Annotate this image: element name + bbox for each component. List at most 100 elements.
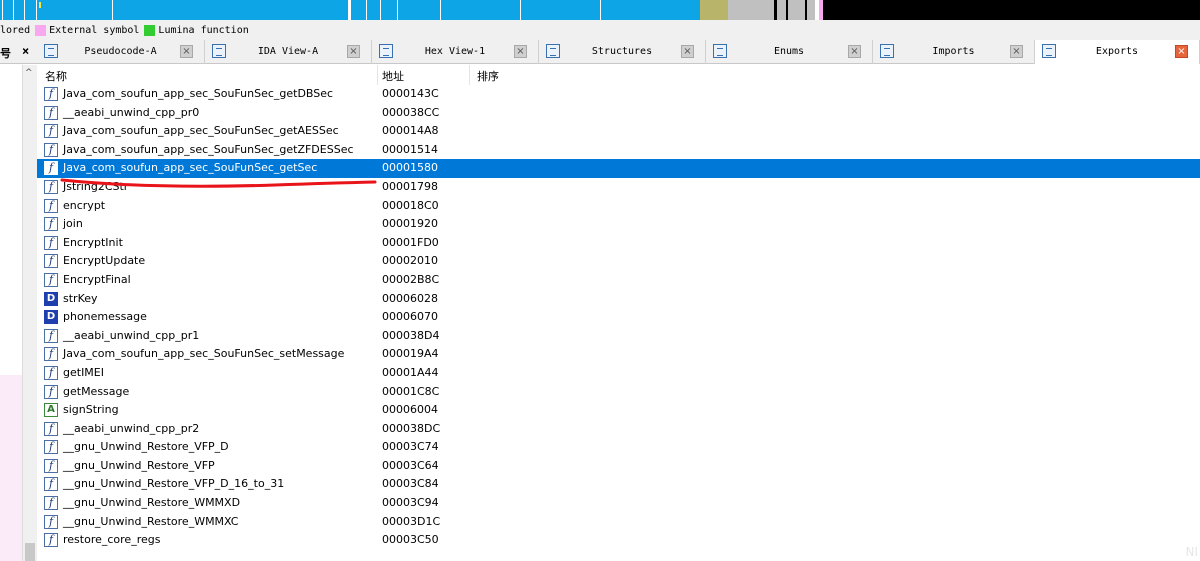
close-icon[interactable]: × — [347, 45, 360, 58]
export-address: 00003C64 — [382, 458, 439, 472]
export-name: __gnu_Unwind_Restore_WMMXD — [63, 496, 241, 510]
export-name: signString — [63, 403, 119, 417]
export-address: 000038D4 — [382, 328, 440, 342]
function-icon: f — [44, 87, 58, 101]
close-icon[interactable]: × — [1010, 45, 1023, 58]
tab-enums[interactable]: Enums × — [706, 40, 873, 64]
column-header-address[interactable]: 地址 — [382, 68, 404, 84]
tab-label: IDA View-A — [257, 46, 319, 57]
export-name: Java_com_soufun_app_sec_SouFunSec_getDBS… — [63, 87, 334, 100]
export-address: 00001FD0 — [382, 235, 439, 249]
tab-label: Exports — [1095, 46, 1139, 57]
table-row[interactable]: f Java_com_soufun_app_sec_SouFunSec_getSe… — [37, 159, 1200, 178]
function-icon: f — [44, 272, 58, 287]
table-row[interactable]: f Java_com_soufun_app_sec_SouFunSec_setMe… — [37, 345, 1200, 364]
tab-hex-view-1[interactable]: Hex View-1 × — [372, 40, 539, 64]
scrollbar-thumb[interactable] — [25, 543, 35, 561]
table-row[interactable]: f EncryptUpdate 00002010 — [37, 252, 1200, 271]
function-icon: f — [44, 421, 58, 436]
tab-exports[interactable]: Exports × — [1035, 40, 1200, 64]
export-address: 00001A44 — [382, 365, 439, 379]
function-icon: f — [44, 235, 58, 250]
export-name: getMessage — [63, 384, 130, 398]
legend-swatch — [144, 24, 156, 36]
tab-label: Hex View-1 — [424, 46, 486, 57]
table-row[interactable]: f EncryptFinal 00002B8C — [37, 271, 1200, 290]
export-address: 00001C8C — [382, 384, 440, 398]
export-name: __aeabi_unwind_cpp_pr1 — [63, 328, 200, 342]
tab-label: Enums — [773, 46, 805, 57]
table-row[interactable]: f __gnu_Unwind_Restore_VFP_D 00003C74 — [37, 438, 1200, 457]
table-row[interactable]: f EncryptInit 00001FD0 — [37, 234, 1200, 253]
export-address: 00001920 — [382, 217, 438, 231]
legend-label: Lumina function — [158, 24, 249, 36]
close-icon[interactable]: × — [180, 45, 193, 58]
export-address: 00003D1C — [382, 514, 441, 528]
close-icon[interactable]: × — [514, 45, 527, 58]
function-icon: f — [44, 161, 58, 176]
function-icon: f — [44, 477, 58, 492]
table-row[interactable]: f __aeabi_unwind_cpp_pr2 000038DC — [37, 420, 1200, 439]
table-row[interactable]: DstrKey 00006028 — [37, 290, 1200, 309]
export-name: Java_com_soufun_app_sec_SouFunSec_getSec — [63, 161, 318, 175]
export-name: __gnu_Unwind_Restore_WMMXC — [63, 514, 239, 528]
legend-swatch — [35, 24, 47, 36]
left-panel-tab[interactable]: 号 × — [0, 40, 37, 64]
function-icon: f — [44, 347, 58, 362]
table-row[interactable]: f Jstring2CStr 00001798 — [37, 178, 1200, 197]
table-row[interactable]: AsignString 00006004 — [37, 401, 1200, 420]
close-icon[interactable]: × — [22, 44, 29, 58]
export-name: EncryptFinal — [63, 272, 131, 286]
export-name: restore_core_regs — [63, 533, 161, 547]
table-row[interactable]: f __aeabi_unwind_cpp_pr1 000038D4 — [37, 327, 1200, 346]
function-icon: f — [44, 179, 58, 194]
function-icon: f — [44, 458, 58, 473]
table-row[interactable]: f Java_com_soufun_app_sec_SouFunSec_getZF… — [37, 141, 1200, 160]
export-name: __gnu_Unwind_Restore_VFP_D_16_to_31 — [63, 477, 285, 491]
table-row[interactable]: f Java_com_soufun_app_sec_SouFunSec_getDB… — [37, 85, 1200, 104]
table-row[interactable]: f __gnu_Unwind_Restore_WMMXD 00003C94 — [37, 494, 1200, 513]
table-row[interactable]: f join 00001920 — [37, 215, 1200, 234]
column-header-name[interactable]: 名称 — [45, 68, 67, 84]
export-address: 00003C50 — [382, 533, 439, 547]
export-address: 00003C84 — [382, 477, 439, 491]
table-row[interactable]: f __gnu_Unwind_Restore_WMMXC 00003D1C — [37, 513, 1200, 532]
tab-structures[interactable]: Structures × — [539, 40, 706, 64]
table-row[interactable]: f getIMEI 00001A44 — [37, 364, 1200, 383]
left-panel-tab-label: 号 — [0, 47, 11, 60]
table-row[interactable]: Dphonemessage 00006070 — [37, 308, 1200, 327]
tab-ida-view-a[interactable]: IDA View-A × — [205, 40, 372, 64]
tab-label: Structures — [591, 46, 653, 57]
table-row[interactable]: f __aeabi_unwind_cpp_pr0 000038CC — [37, 104, 1200, 123]
navigation-band[interactable] — [0, 0, 1200, 20]
table-row[interactable]: f __gnu_Unwind_Restore_VFP_D_16_to_31 0000… — [37, 475, 1200, 494]
export-name: EncryptUpdate — [63, 254, 146, 268]
function-icon: f — [44, 384, 58, 399]
export-name: encrypt — [63, 198, 106, 212]
export-name: __aeabi_unwind_cpp_pr0 — [63, 105, 200, 119]
export-name: join — [63, 217, 83, 231]
structures-icon — [546, 44, 560, 58]
function-icon: f — [44, 514, 58, 529]
legend-label: lored — [0, 24, 31, 36]
table-row[interactable]: f Java_com_soufun_app_sec_SouFunSec_getAE… — [37, 122, 1200, 141]
scroll-up-icon[interactable]: ^ — [25, 68, 33, 78]
close-icon[interactable]: × — [1175, 45, 1188, 58]
export-address: 00001580 — [382, 161, 438, 175]
table-row[interactable]: f encrypt 000018C0 — [37, 197, 1200, 216]
close-icon[interactable]: × — [848, 45, 861, 58]
export-address: 000019A4 — [382, 347, 439, 361]
close-icon[interactable]: × — [681, 45, 694, 58]
table-row[interactable]: f getMessage 00001C8C — [37, 383, 1200, 402]
tab-pseudocode-a[interactable]: Pseudocode-A × — [37, 40, 205, 64]
export-name: getIMEI — [63, 365, 104, 379]
table-row[interactable]: f restore_core_regs 00003C50 — [37, 531, 1200, 550]
table-row[interactable]: f __gnu_Unwind_Restore_VFP 00003C64 — [37, 457, 1200, 476]
hex-view-icon — [379, 44, 393, 58]
tab-imports[interactable]: Imports × — [873, 40, 1035, 64]
left-panel-scrollbar[interactable]: ^ — [22, 65, 37, 561]
column-header-ordinal[interactable]: 排序 — [477, 68, 499, 84]
export-name: Jstring2CStr — [63, 179, 129, 193]
enums-icon — [713, 44, 727, 58]
export-address: 00003C94 — [382, 496, 439, 510]
